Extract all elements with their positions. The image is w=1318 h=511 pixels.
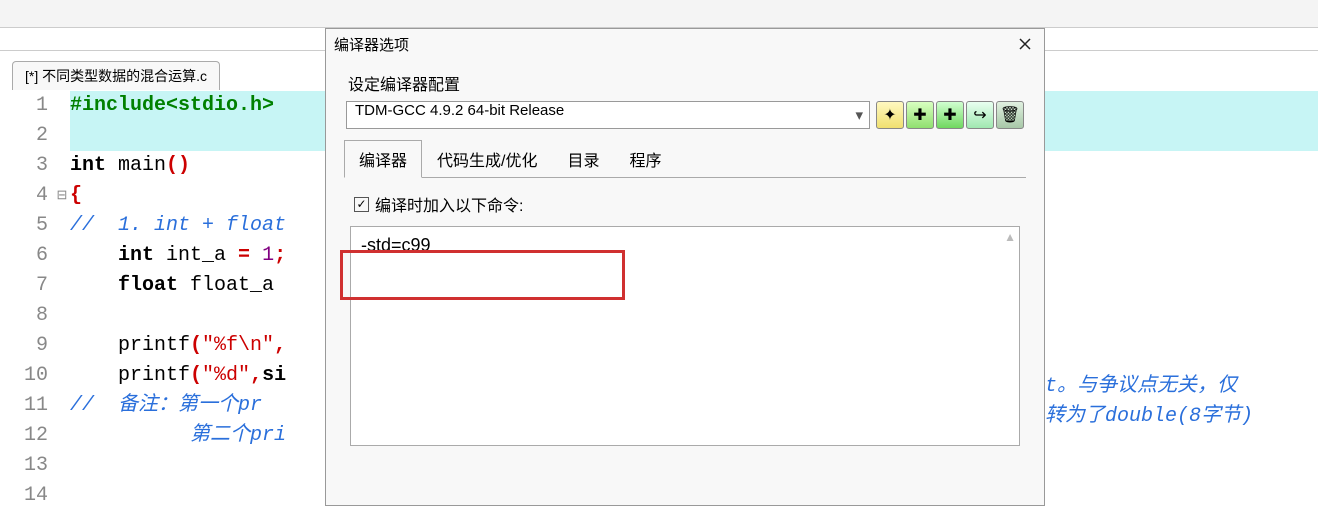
code-fragment: 转为了double(8字节) xyxy=(1045,398,1253,428)
add-folder-compiler-button[interactable]: ✚ xyxy=(936,101,964,129)
code-fragment: t。与争议点无关，仅 xyxy=(1045,368,1237,398)
extra-commands-input[interactable]: -std=c99 ▲ xyxy=(350,226,1020,446)
delete-compiler-button[interactable]: 🗑 xyxy=(996,101,1024,129)
file-tab[interactable]: [*] 不同类型数据的混合运算.c xyxy=(12,61,220,90)
add-commands-checkbox[interactable]: ✓ xyxy=(354,197,369,212)
add-commands-label: 编译时加入以下命令: xyxy=(375,192,523,216)
fold-toggle[interactable]: ⊟ xyxy=(54,181,70,211)
tab-programs[interactable]: 程序 xyxy=(614,140,676,178)
add-compiler-button[interactable]: ✚ xyxy=(906,101,934,129)
app-toolbar xyxy=(0,0,1318,28)
close-button[interactable] xyxy=(1014,33,1036,55)
tab-directories[interactable]: 目录 xyxy=(552,140,614,178)
section-label: 设定编译器配置 xyxy=(348,71,1022,95)
goto-compiler-button[interactable]: ↪ xyxy=(966,101,994,129)
compiler-select[interactable]: TDM-GCC 4.9.2 64-bit Release xyxy=(346,101,870,129)
tab-codegen[interactable]: 代码生成/优化 xyxy=(422,140,552,178)
rename-compiler-button[interactable]: ✦ xyxy=(876,101,904,129)
tab-compiler[interactable]: 编译器 xyxy=(344,140,422,178)
file-tab-bar: [*] 不同类型数据的混合运算.c xyxy=(12,61,220,90)
dialog-title: 编译器选项 xyxy=(334,34,1014,55)
compiler-options-dialog: 编译器选项 设定编译器配置 TDM-GCC 4.9.2 64-bit Relea… xyxy=(325,28,1045,506)
scroll-up-icon[interactable]: ▲ xyxy=(1004,230,1016,244)
line-number: 1 xyxy=(12,91,54,121)
